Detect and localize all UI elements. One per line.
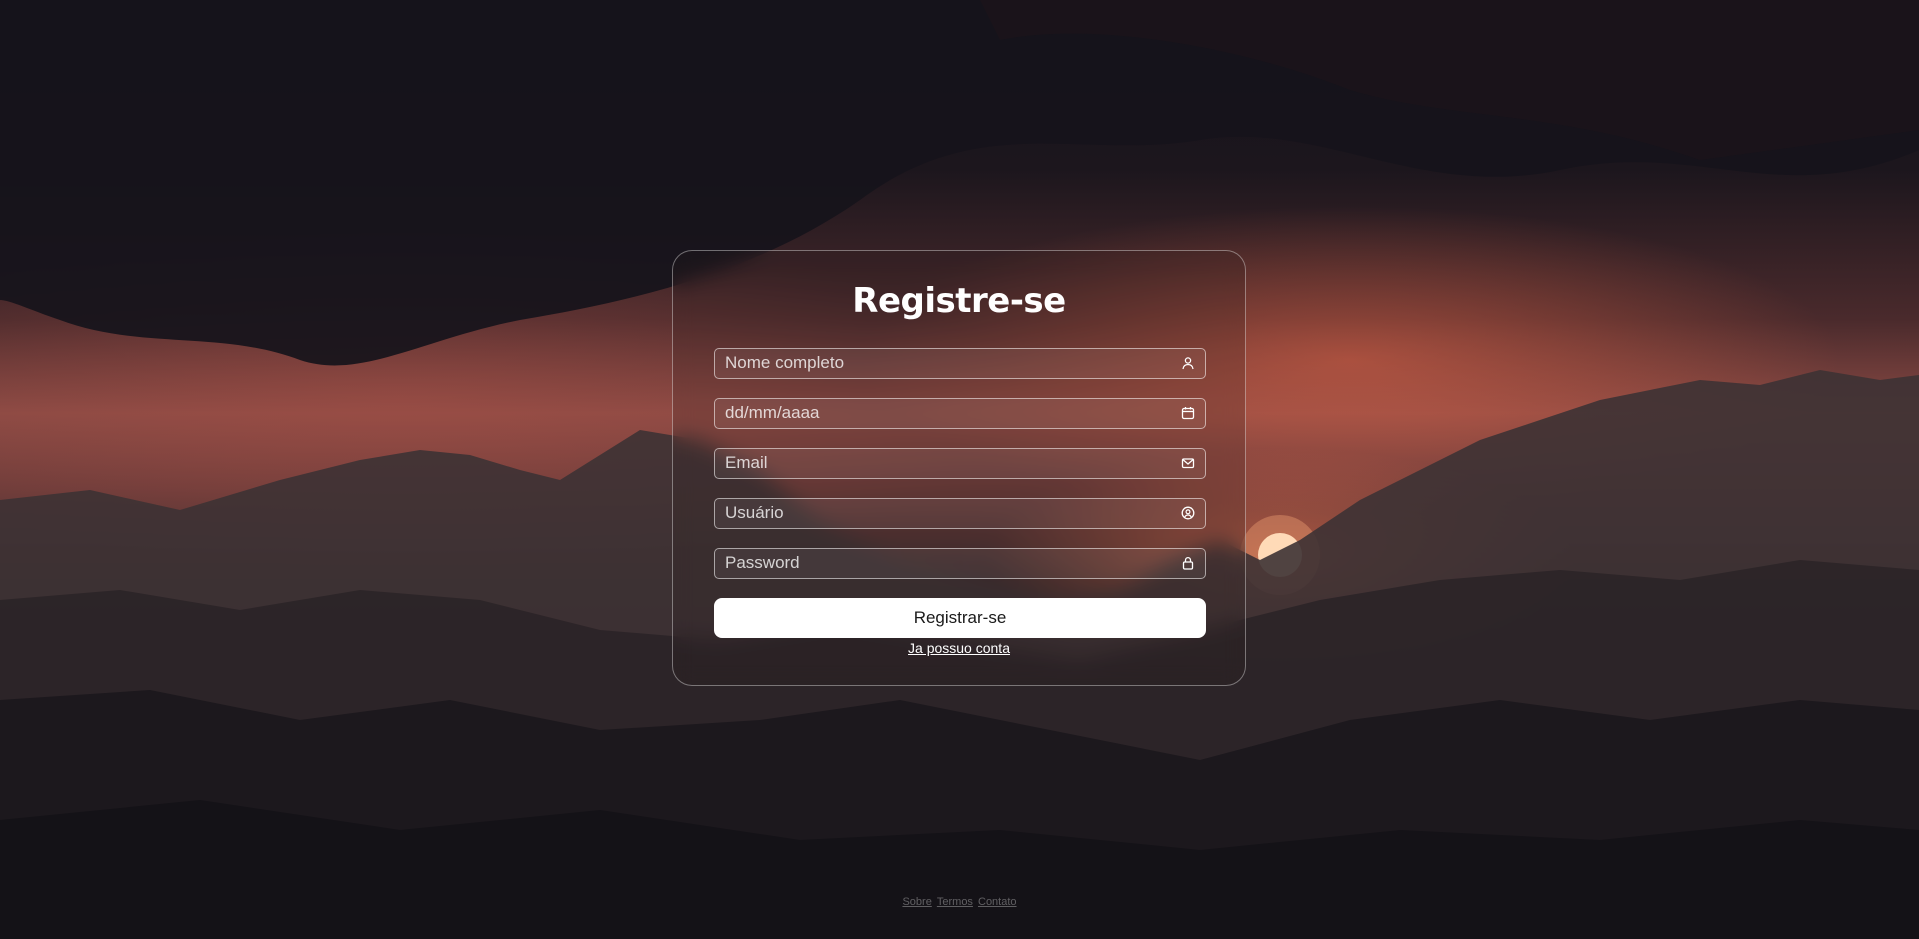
- email-field[interactable]: [714, 448, 1206, 479]
- birthdate-input[interactable]: [715, 399, 1165, 427]
- footer-link-about[interactable]: Sobre: [902, 896, 931, 908]
- password-input[interactable]: [715, 549, 1165, 577]
- email-input[interactable]: [715, 449, 1165, 477]
- user-circle-icon: [1181, 506, 1195, 520]
- page-background: Registre-se Nome completo dd/mm/aaaa Ema…: [0, 0, 1919, 939]
- form-title: Registre-se: [852, 281, 1066, 321]
- password-field[interactable]: [714, 548, 1206, 579]
- user-icon: [1182, 357, 1194, 370]
- footer: Sobre Termos Contato: [0, 896, 1919, 908]
- full-name-field[interactable]: [714, 348, 1206, 379]
- calendar-icon[interactable]: [1181, 406, 1195, 420]
- birthdate-field[interactable]: [714, 398, 1206, 429]
- register-button[interactable]: Registrar-se: [714, 598, 1206, 638]
- footer-link-terms[interactable]: Termos: [937, 896, 973, 908]
- lock-icon: [1182, 556, 1194, 570]
- username-input[interactable]: [715, 499, 1165, 527]
- username-field[interactable]: [714, 498, 1206, 529]
- footer-link-contact[interactable]: Contato: [978, 896, 1017, 908]
- full-name-input[interactable]: [715, 349, 1165, 377]
- login-link[interactable]: Ja possuo conta: [673, 640, 1245, 656]
- register-card: Registre-se Nome completo dd/mm/aaaa Ema…: [672, 250, 1246, 686]
- mail-icon: [1181, 458, 1195, 469]
